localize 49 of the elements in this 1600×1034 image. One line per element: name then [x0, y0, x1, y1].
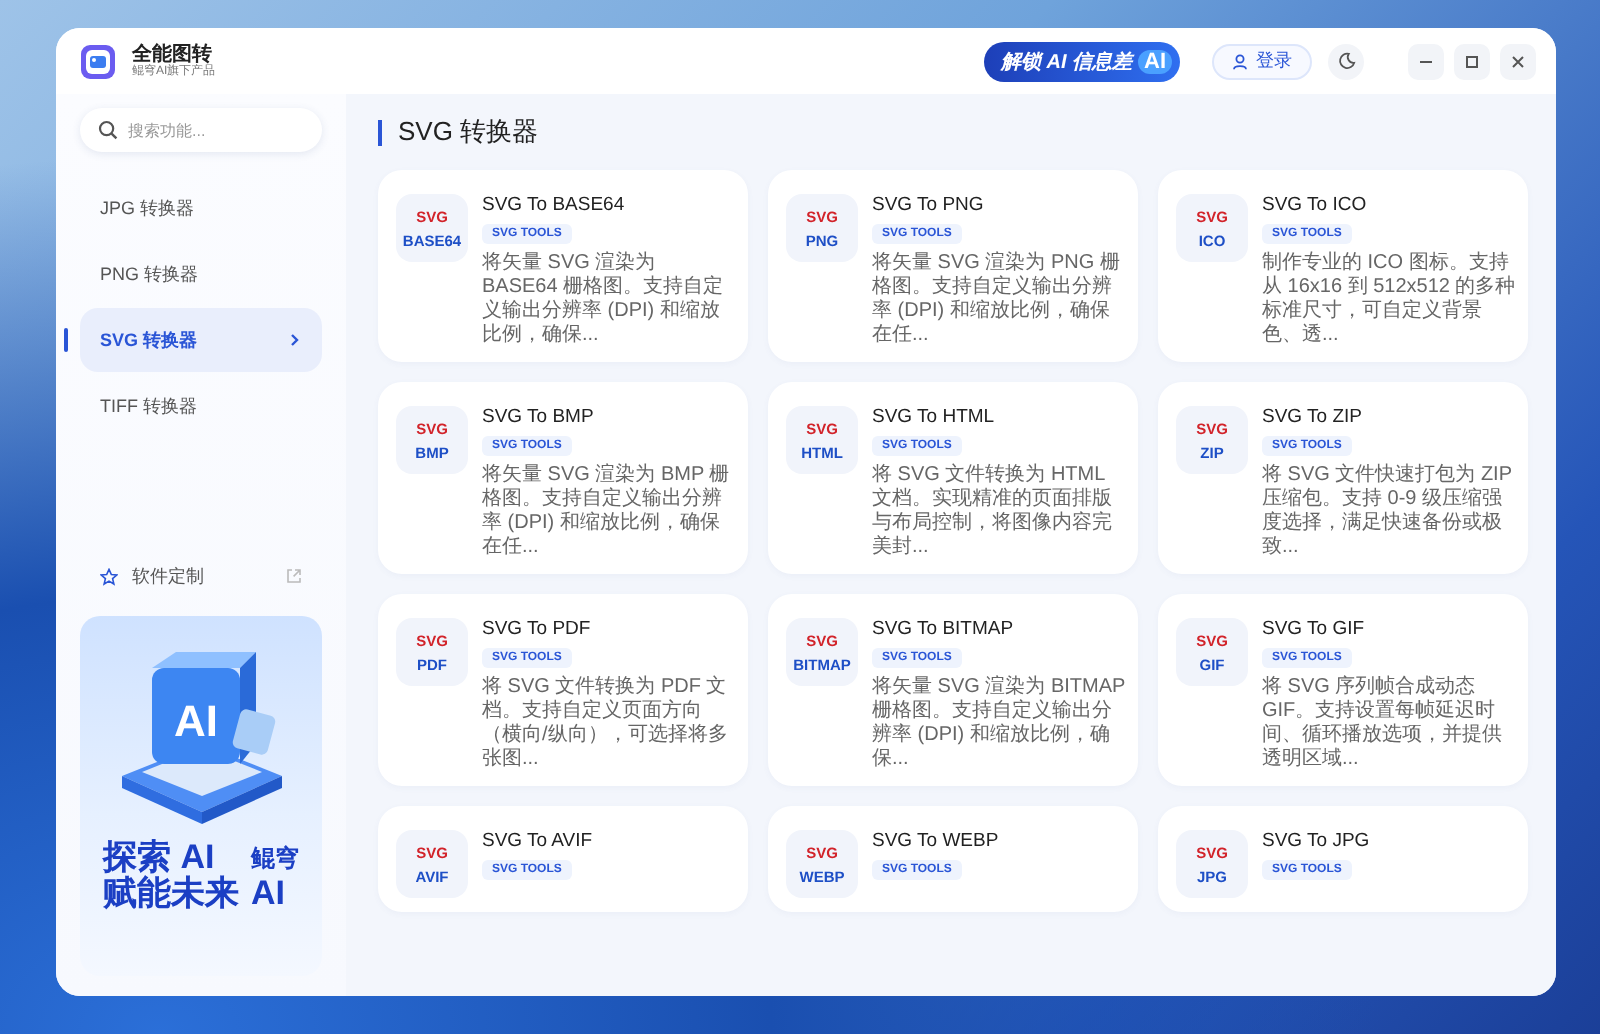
tool-description: 制作专业的 ICO 图标。支持从 16x16 到 512x512 的多种标准尺寸，可自定义背景色、透... [1262, 252, 1516, 348]
tool-description: 将矢量 SVG 渲染为 BASE64 栅格图。支持自定义输出分辨率 (DPI) 和缩放比例，确保... [482, 252, 726, 348]
moon-icon [1337, 52, 1355, 70]
star-icon [100, 567, 118, 585]
tool-title: SVG To PDF [482, 618, 591, 640]
tool-title: SVG To ICO [1262, 194, 1367, 216]
theme-toggle-button[interactable] [1328, 43, 1364, 79]
tool-title: SVG To WEBP [872, 830, 999, 852]
tool-description: 将 SVG 文件转换为 PDF 文档。支持自定义页面方向（横向/纵向），可选择将多张图... [482, 676, 730, 772]
app-logo-icon [80, 43, 116, 79]
maximize-icon [1464, 53, 1480, 69]
tool-title: SVG To BMP [482, 406, 594, 428]
tool-title: SVG To PNG [872, 194, 984, 216]
active-indicator [64, 328, 68, 352]
promo-button[interactable]: 解锁 AI 信息差 AI [984, 41, 1180, 81]
tool-description: 将 SVG 文件转换为 HTML 文档。实现精准的页面排版与布局控制，将图像内容完美封... [872, 464, 1114, 560]
close-icon [1510, 53, 1526, 69]
tool-description: 将矢量 SVG 渲染为 BITMAP 栅格图。支持自定义输出分辨率 (DPI) 和缩放比例，确保... [872, 676, 1126, 772]
chevron-right-icon [286, 332, 302, 348]
banner-brand: AI [251, 875, 287, 912]
sidebar-item[interactable]: TIFF 转换器 [80, 374, 322, 438]
tool-title: SVG To GIF [1262, 618, 1365, 640]
app-name: 全能图转 [132, 43, 212, 66]
banner-brand: 鲲穹 [251, 845, 299, 871]
tool-description: 将 SVG 文件快速打包为 ZIP 压缩包。支持 0-9 级压缩强度选择，满足快速备份或极致... [1262, 464, 1514, 560]
search-field[interactable]: 搜索功能... [80, 108, 322, 152]
search-icon [98, 120, 118, 140]
page-title: SVG 转换器 [398, 114, 539, 150]
login-button[interactable]: 登录 [1212, 43, 1312, 79]
tool-title: SVG To BITMAP [872, 618, 1014, 640]
tool-title: SVG To JPG [1262, 830, 1370, 852]
close-button[interactable] [1500, 43, 1536, 79]
tool-title: SVG To BASE64 [482, 194, 625, 216]
banner-headline: 探索 AI [103, 840, 215, 876]
tool-title: SVG To AVIF [482, 830, 593, 852]
custom-software-link[interactable]: 软件定制 [132, 563, 272, 589]
maximize-button[interactable] [1454, 43, 1490, 79]
banner-headline: 赋能未来 [103, 875, 239, 912]
tool-description: 将 SVG 序列帧合成动态 GIF。支持设置每帧延迟时间、循环播放选项，并提供透明区域... [1262, 676, 1504, 772]
sidebar-item[interactable]: JPG 转换器 [80, 176, 322, 240]
tool-title: SVG To ZIP [1262, 406, 1362, 428]
tool-description: 将矢量 SVG 渲染为 PNG 栅格图。支持自定义输出分辨率 (DPI) 和缩放比例，确保在任... [872, 252, 1122, 348]
promo-banner[interactable]: AI 探索 AI 鲲穹 赋能未来 AI [80, 616, 322, 976]
tool-description: 将矢量 SVG 渲染为 BMP 栅格图。支持自定义输出分辨率 (DPI) 和缩放比例，确保在任... [482, 464, 732, 560]
cube-label: AI [173, 696, 217, 746]
user-icon [1232, 53, 1248, 69]
sidebar-item[interactable]: PNG 转换器 [80, 242, 322, 306]
external-link-icon [286, 568, 302, 584]
tool-title: SVG To HTML [872, 406, 995, 428]
